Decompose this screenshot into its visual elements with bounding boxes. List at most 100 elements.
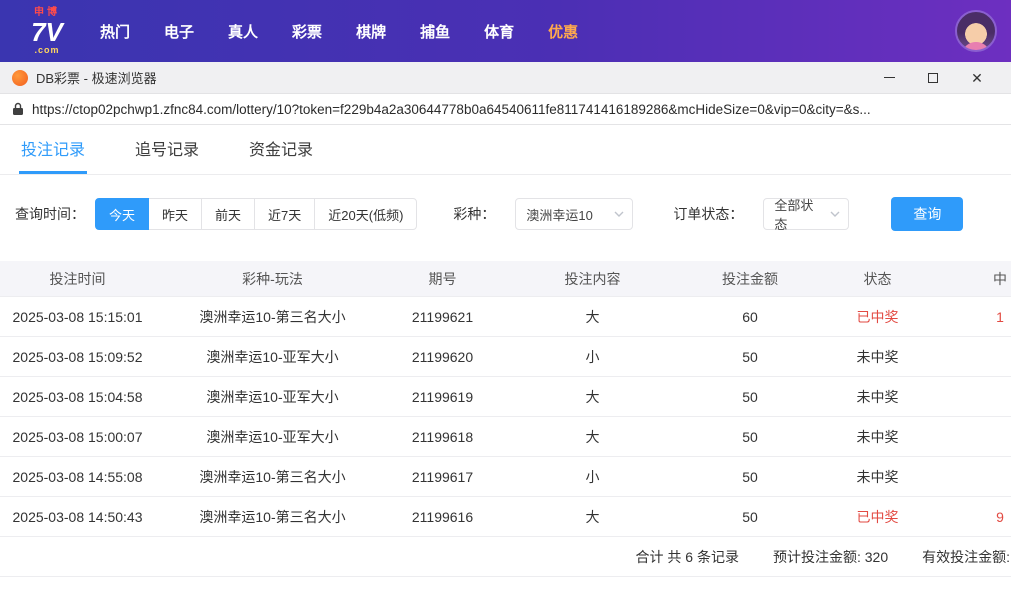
window-controls: ✕ — [867, 63, 999, 93]
nav-menu-item[interactable]: 捕鱼 — [420, 21, 450, 42]
chevron-down-icon — [606, 211, 624, 217]
table-row: 2025-03-08 15:15:01 澳洲幸运10-第三名大小 2119962… — [0, 297, 1011, 337]
col-header-content: 投注内容 — [564, 270, 621, 287]
table-row: 2025-03-08 14:50:43 澳洲幸运10-第三名大小 2119961… — [0, 497, 1011, 537]
time-filter-button[interactable]: 前天 — [201, 198, 256, 230]
cell-game: 澳洲幸运10-第三名大小 — [199, 508, 346, 525]
footer-total-count: 合计 共 6 条记录 — [635, 548, 739, 565]
site-logo-top-text: 申博 — [34, 6, 60, 18]
cell-amount: 50 — [742, 508, 758, 525]
col-header-status: 状态 — [863, 270, 892, 287]
nav-menu-item[interactable]: 优惠 — [548, 21, 578, 42]
cell-issue: 21199616 — [411, 508, 474, 525]
nav-menu-item[interactable]: 体育 — [484, 21, 514, 42]
cell-game: 澳洲幸运10-亚军大小 — [206, 348, 339, 365]
lottery-select[interactable]: 澳洲幸运10 — [515, 198, 634, 230]
cell-content: 小 — [585, 468, 600, 485]
cell-amount: 50 — [742, 348, 758, 365]
record-tab[interactable]: 追号记录 — [133, 125, 201, 174]
cell-content: 大 — [585, 428, 600, 445]
browser-favicon-icon — [12, 69, 28, 86]
footer-expected-amount: 预计投注金额: 320 — [772, 548, 889, 565]
browser-window-title: DB彩票 - 极速浏览器 — [36, 71, 157, 86]
lock-icon — [12, 102, 24, 116]
minimize-button[interactable] — [867, 63, 911, 93]
cell-bet-time: 2025-03-08 15:04:58 — [12, 388, 143, 405]
record-tabs: 投注记录 追号记录 资金记录 — [0, 125, 1011, 175]
cell-amount: 50 — [742, 468, 758, 485]
cell-amount: 50 — [742, 388, 758, 405]
nav-menu-item[interactable]: 棋牌 — [356, 21, 386, 42]
table-row: 2025-03-08 15:09:52 澳洲幸运10-亚军大小 21199620… — [0, 337, 1011, 377]
cell-bet-time: 2025-03-08 15:15:01 — [12, 308, 143, 325]
cell-issue: 21199619 — [411, 388, 474, 405]
time-filter-group: 今天 昨天 前天 近7天 近20天(低频) — [95, 198, 418, 230]
nav-menu-item[interactable]: 电子 — [164, 21, 194, 42]
url-text: https://ctop02pchwp1.zfnc84.com/lottery/… — [32, 101, 871, 117]
close-icon: ✕ — [971, 69, 983, 86]
maximize-button[interactable] — [911, 63, 955, 93]
table-row: 2025-03-08 15:04:58 澳洲幸运10-亚军大小 21199619… — [0, 377, 1011, 417]
cell-win-amount: 9 — [996, 508, 1004, 525]
cell-amount: 50 — [742, 428, 758, 445]
cell-status: 已中奖 — [856, 308, 899, 325]
cell-game: 澳洲幸运10-第三名大小 — [199, 468, 346, 485]
cell-game: 澳洲幸运10-第三名大小 — [199, 308, 346, 325]
lottery-select-value: 澳洲幸运10 — [526, 207, 593, 223]
app-window: 申博 7V .com 热门 电子 真人 彩票 棋牌 捕鱼 体育 优惠 DB彩票 … — [0, 0, 1011, 607]
site-logo-sub-text: .com — [34, 44, 60, 55]
close-button[interactable]: ✕ — [955, 63, 999, 93]
cell-status: 未中奖 — [856, 388, 899, 405]
table-row: 2025-03-08 15:00:07 澳洲幸运10-亚军大小 21199618… — [0, 417, 1011, 457]
cell-content: 大 — [585, 388, 600, 405]
record-tab[interactable]: 投注记录 — [19, 125, 88, 174]
time-filter-button[interactable]: 今天 — [95, 198, 150, 230]
col-header-win: 中 — [993, 270, 1007, 287]
cell-bet-time: 2025-03-08 15:09:52 — [12, 348, 143, 365]
footer-valid-amount-label: 有效投注金额: — [922, 548, 1010, 565]
cell-issue: 21199617 — [411, 468, 474, 485]
browser-title-bar: DB彩票 - 极速浏览器 ✕ — [0, 62, 1011, 94]
cell-bet-time: 2025-03-08 14:50:43 — [12, 508, 143, 525]
browser-address-bar[interactable]: https://ctop02pchwp1.zfnc84.com/lottery/… — [0, 94, 1011, 125]
cell-status: 未中奖 — [856, 428, 899, 445]
nav-menu-item[interactable]: 真人 — [228, 21, 258, 42]
site-logo[interactable]: 申博 7V .com — [14, 6, 80, 55]
nav-menu-item[interactable]: 彩票 — [292, 21, 322, 42]
col-header-amount: 投注金额 — [722, 270, 778, 287]
order-status-value: 全部状态 — [774, 198, 814, 232]
cell-status: 未中奖 — [856, 348, 899, 365]
cell-game: 澳洲幸运10-亚军大小 — [206, 388, 339, 405]
record-tab[interactable]: 资金记录 — [247, 125, 315, 174]
cell-issue: 21199620 — [411, 348, 474, 365]
time-filter-button[interactable]: 近7天 — [254, 198, 316, 230]
col-header-issue: 期号 — [428, 270, 457, 287]
nav-menu-item[interactable]: 热门 — [100, 21, 130, 42]
site-logo-main-text: 7V — [31, 16, 63, 47]
cell-bet-time: 2025-03-08 15:00:07 — [12, 428, 143, 445]
cell-game: 澳洲幸运10-亚军大小 — [206, 428, 339, 445]
user-avatar[interactable] — [955, 10, 997, 52]
time-filter-button[interactable]: 昨天 — [148, 198, 203, 230]
cell-issue: 21199621 — [411, 308, 474, 325]
cell-status: 未中奖 — [856, 468, 899, 485]
order-status-select[interactable]: 全部状态 — [763, 198, 850, 232]
order-status-label: 订单状态： — [673, 206, 744, 222]
filter-toolbar: 查询时间： 今天 昨天 前天 近7天 近20天(低频) 彩种： 澳洲幸运10 订… — [0, 197, 1011, 232]
lottery-filter-label: 彩种： — [453, 206, 496, 222]
cell-issue: 21199618 — [411, 428, 474, 445]
maximize-icon — [928, 72, 938, 83]
table-summary-footer: 合计 共 6 条记录 预计投注金额: 320 有效投注金额: — [0, 537, 1011, 577]
col-header-game: 彩种-玩法 — [242, 270, 303, 287]
bet-records-table: 投注时间 彩种-玩法 期号 投注内容 投注金额 状态 中 2025-03-08 … — [0, 261, 1011, 537]
cell-status: 已中奖 — [856, 508, 899, 525]
time-filter-button[interactable]: 近20天(低频) — [314, 198, 418, 230]
search-button[interactable]: 查询 — [891, 197, 964, 231]
cell-bet-time: 2025-03-08 14:55:08 — [12, 468, 143, 485]
chevron-down-icon — [822, 211, 840, 217]
cell-content: 小 — [585, 348, 600, 365]
cell-content: 大 — [585, 508, 600, 525]
site-nav-menu: 热门 电子 真人 彩票 棋牌 捕鱼 体育 优惠 — [100, 21, 578, 42]
cell-content: 大 — [585, 308, 600, 325]
time-filter-label: 查询时间： — [15, 206, 85, 222]
